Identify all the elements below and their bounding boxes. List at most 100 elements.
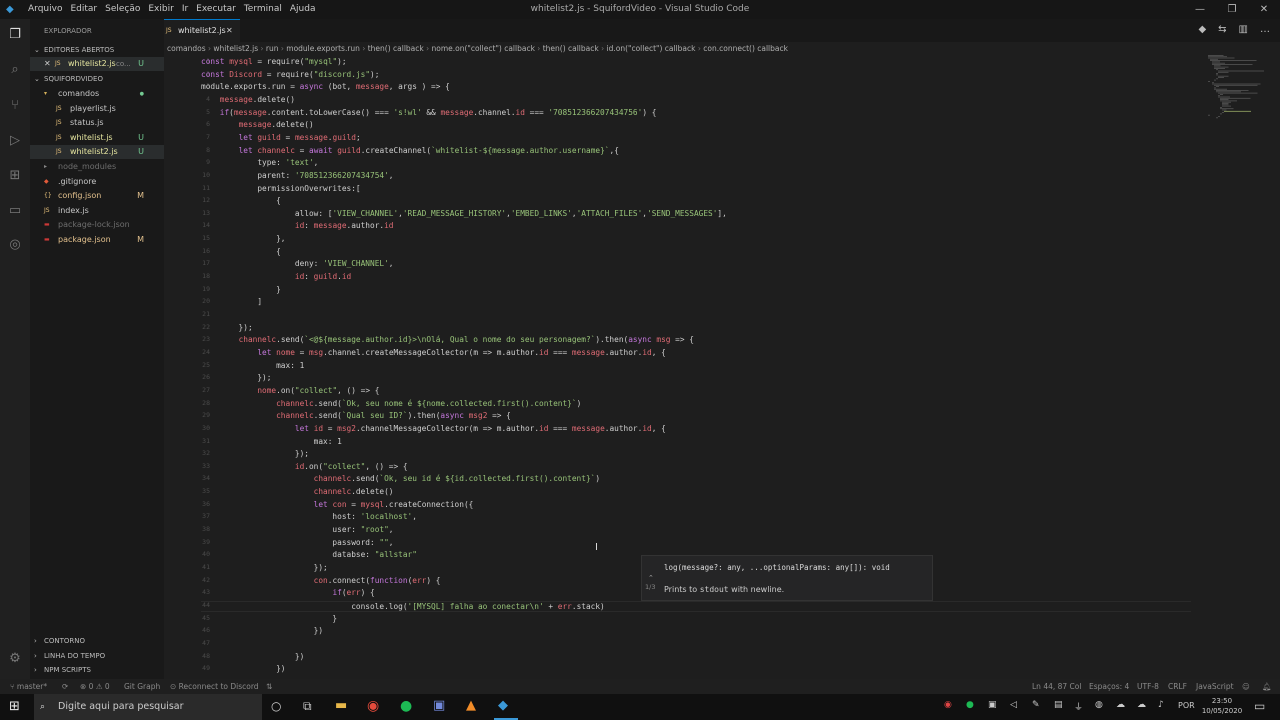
notification-center-icon[interactable]: ▭	[1254, 699, 1265, 713]
live-share-icon[interactable]: ⇅	[266, 679, 272, 694]
git-graph-icon[interactable]: ◎	[7, 237, 23, 253]
clock[interactable]: 23:50 10/05/2020	[1200, 696, 1244, 716]
restore-icon[interactable]: ❐	[1216, 0, 1248, 19]
search-icon: ⌕	[40, 702, 46, 712]
js-icon: JS	[56, 119, 62, 127]
menu-editar[interactable]: Editar	[70, 0, 97, 19]
panel-npm-scripts[interactable]: › NPM SCRIPTS	[30, 663, 164, 677]
breadcrumb-item[interactable]: nome.on("collect") callback	[432, 44, 535, 53]
breadcrumb-item[interactable]: then() callback	[543, 44, 599, 53]
panel-linha-do-tempo[interactable]: › LINHA DO TEMPO	[30, 649, 164, 663]
file-item[interactable]: JS index.js	[30, 204, 164, 218]
encoding[interactable]: UTF-8	[1137, 679, 1159, 694]
minimap-line	[1214, 88, 1227, 90]
file-item[interactable]: ▾ comandos ●	[30, 87, 164, 101]
speaker-icon[interactable]: ♪	[1158, 700, 1164, 710]
minimize-icon[interactable]: —	[1184, 0, 1216, 19]
notifications-icon[interactable]: 🔔︎	[1262, 679, 1272, 694]
open-changes-icon[interactable]: ⇆	[1218, 24, 1226, 35]
file-item[interactable]: ▬ package.json M	[30, 233, 164, 247]
chevron-right-icon: ›	[423, 44, 432, 53]
file-item[interactable]: ▬ package-lock.json	[30, 218, 164, 232]
menu-arquivo[interactable]: Arquivo	[28, 0, 62, 19]
close-icon[interactable]: ✕	[44, 57, 51, 71]
discord-tray-icon[interactable]: ▣	[988, 700, 997, 710]
indentation[interactable]: Espaços: 4	[1089, 679, 1129, 694]
language-mode[interactable]: JavaScript	[1196, 679, 1234, 694]
breadcrumb-item[interactable]: run	[266, 44, 279, 53]
sublime-icon[interactable]: ▲	[466, 698, 476, 713]
remote-explorer-icon[interactable]: ▭	[7, 203, 23, 219]
search-icon[interactable]: ⌕	[7, 62, 23, 78]
close-icon[interactable]: ✕	[1248, 0, 1280, 19]
file-item[interactable]: {} config.json M	[30, 189, 164, 203]
close-icon[interactable]: ✕	[226, 19, 233, 42]
file-item[interactable]: JS status.js	[30, 116, 164, 130]
tab-whitelist2[interactable]: JS whitelist2.js ✕	[164, 19, 240, 42]
windows-start-icon[interactable]: ⊞	[9, 699, 20, 714]
git-icon: ◆	[44, 177, 49, 185]
code-line: max: 1	[201, 360, 305, 370]
breadcrumb-item[interactable]: then() callback	[368, 44, 424, 53]
breadcrumb-item[interactable]: module.exports.run	[286, 44, 360, 53]
pen-icon[interactable]: ✎	[1032, 700, 1040, 710]
code-line: con.connect(function(err) {	[313, 575, 441, 585]
panel-contorno[interactable]: › CONTORNO	[30, 634, 164, 648]
split-editor-icon[interactable]: ▥	[1239, 24, 1248, 35]
feedback-icon[interactable]: ☺	[1242, 679, 1250, 694]
file-item[interactable]: ▸ node_modules	[30, 160, 164, 174]
problems-status[interactable]: ⊗ 0 ⚠ 0	[80, 679, 110, 694]
open-editor-item[interactable]: ✕ JS whitelist2.js co... U	[30, 57, 164, 71]
spotify-tray-icon[interactable]: ●	[966, 700, 974, 710]
branch-status[interactable]: ⑂ master*	[10, 679, 47, 694]
spotify-icon[interactable]: ●	[400, 698, 412, 714]
run-debug-icon[interactable]: ▷	[7, 133, 23, 149]
breadcrumb-item[interactable]: id.on("collect") callback	[607, 44, 696, 53]
project-header[interactable]: ⌄ SQUIFORDVIDEO	[30, 72, 164, 86]
menu-ajuda[interactable]: Ajuda	[290, 0, 316, 19]
cortana-icon[interactable]: ○	[271, 699, 281, 713]
task-view-icon[interactable]: ⧉	[303, 699, 312, 714]
open-editors-header[interactable]: ⌄ EDITORES ABERTOS	[30, 43, 164, 57]
discord-icon[interactable]: ▣	[433, 698, 445, 713]
taskbar-search[interactable]: ⌕ Digite aqui para pesquisar	[34, 694, 262, 720]
minimap-line	[1222, 109, 1227, 111]
file-explorer-icon[interactable]: ▬	[335, 698, 347, 713]
settings-gear-icon[interactable]: ⚙	[7, 651, 23, 667]
record-icon[interactable]: ◉	[944, 700, 952, 710]
git-action-icon[interactable]: ◆	[1198, 24, 1206, 35]
menu-terminal[interactable]: Terminal	[244, 0, 282, 19]
menu-ir[interactable]: Ir	[182, 0, 188, 19]
file-item[interactable]: JS playerlist.js	[30, 102, 164, 116]
extensions-icon[interactable]: ⊞	[7, 168, 23, 184]
git-graph-status[interactable]: Git Graph	[124, 679, 160, 694]
menu-seleção[interactable]: Seleção	[105, 0, 140, 19]
breadcrumb-item[interactable]: whitelist2.js	[213, 44, 258, 53]
language-indicator[interactable]: POR	[1178, 701, 1195, 710]
vscode-taskbar-icon[interactable]: ◆	[498, 698, 508, 713]
code-line: let id = msg2.channelMessageCollector(m …	[294, 423, 666, 433]
cloud-icon[interactable]: ☁	[1137, 700, 1146, 710]
file-item[interactable]: JS whitelist.js U	[30, 131, 164, 145]
menu-executar[interactable]: Executar	[196, 0, 236, 19]
onedrive-icon[interactable]: ☁	[1116, 700, 1125, 710]
file-item[interactable]: ◆ .gitignore	[30, 175, 164, 189]
cursor-position[interactable]: Ln 44, 87 Col	[1032, 679, 1081, 694]
volume-icon[interactable]: ◁	[1010, 700, 1017, 710]
discord-status[interactable]: ⊙ Reconnect to Discord	[170, 679, 259, 694]
breadcrumb-item[interactable]: comandos	[167, 44, 206, 53]
breadcrumb-item[interactable]: con.connect() callback	[703, 44, 788, 53]
minimap[interactable]	[1206, 55, 1268, 125]
more-actions-icon[interactable]: …	[1260, 24, 1270, 35]
end-of-line[interactable]: CRLF	[1168, 679, 1187, 694]
menu-exibir[interactable]: Exibir	[148, 0, 173, 19]
explorer-icon[interactable]: ❐	[7, 27, 23, 43]
usb-icon[interactable]: ⏚	[1074, 700, 1083, 713]
steam-icon[interactable]: ◍	[1095, 700, 1103, 710]
chevron-up-icon[interactable]: ⌃	[648, 574, 654, 582]
chrome-icon[interactable]: ◉	[367, 698, 379, 714]
network-icon[interactable]: ▤	[1054, 700, 1063, 710]
file-item[interactable]: JS whitelist2.js U	[30, 145, 164, 160]
sync-icon[interactable]: ⟳	[62, 679, 68, 694]
source-control-icon[interactable]: ⑂	[7, 98, 23, 114]
